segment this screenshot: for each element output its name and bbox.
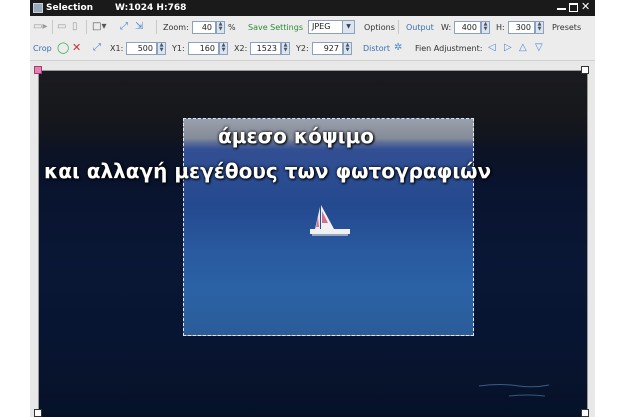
cancel-crop-icon[interactable]: ✕ [72, 42, 81, 54]
fine-adjustment-label: Fien Adjustment: [415, 44, 483, 53]
distort-settings-icon[interactable]: ✲ [394, 42, 402, 54]
output-height-input[interactable]: 300 [508, 21, 535, 34]
x1-input[interactable]: 500 [126, 42, 157, 55]
maximize-icon[interactable] [569, 3, 578, 12]
zoom-label: Zoom: [163, 23, 189, 32]
image-canvas[interactable] [38, 70, 588, 417]
crop-handle-top-left[interactable] [34, 66, 42, 74]
crop-handle-bottom-left[interactable] [34, 409, 42, 417]
image-dimensions: W:1024 H:768 [115, 3, 187, 13]
output-width-input[interactable]: 400 [454, 21, 481, 34]
separator [52, 20, 53, 34]
apply-crop-icon[interactable]: ◯ [57, 42, 69, 54]
y1-label: Y1: [172, 44, 185, 53]
height-label: H: [496, 23, 505, 32]
zoom-unit: % [228, 23, 236, 32]
y2-stepper[interactable]: ▲ ▼ [343, 42, 352, 55]
separator [86, 20, 87, 34]
app-icon [33, 3, 43, 13]
width-label: W: [441, 23, 452, 32]
nudge-up-icon[interactable]: △ [519, 42, 527, 54]
open-file-icon[interactable]: ▭▸ [33, 21, 47, 33]
close-icon[interactable]: ✕ [581, 1, 590, 12]
chevron-down-icon: ▼ [342, 21, 354, 33]
window-title: Selection [46, 3, 94, 13]
actual-size-icon[interactable]: ⇲ [135, 21, 143, 33]
nudge-down-icon[interactable]: ▽ [535, 42, 543, 54]
save-icon[interactable]: ▯ [72, 21, 78, 33]
height-stepper[interactable]: ▲ ▼ [535, 21, 544, 34]
minimize-icon[interactable] [557, 3, 566, 10]
toolbar-crop: Crop ◯ ✕ ⤢ X1: 500 ▲ ▼ Y1: 160 ▲ ▼ X2: 152… [30, 39, 595, 61]
toolbar-main: ▭▸ ▭ ▯ □▾ ⤢ ⇲ Zoom: 40 ▲ ▼ % Save Setting… [30, 16, 595, 40]
save-settings-button[interactable]: Save Settings [248, 22, 303, 34]
zoom-input[interactable]: 40 [192, 21, 216, 34]
app-window: Selection W:1024 H:768 ✕ ▭▸ ▭ ▯ □▾ ⤢ ⇲ Z… [30, 0, 595, 417]
zoom-stepper[interactable]: ▲ ▼ [216, 21, 225, 34]
y2-label: Y2: [296, 44, 309, 53]
overlay-title-line2: και αλλαγή μεγέθους των φωτογραφιών [44, 159, 492, 183]
sea-waves [478, 384, 550, 397]
crop-tab[interactable]: Crop [33, 43, 52, 55]
x2-input[interactable]: 1523 [250, 42, 281, 55]
nudge-right-icon[interactable]: ▷ [504, 42, 512, 54]
expand-selection-icon[interactable]: ⤢ [93, 42, 101, 54]
y1-stepper[interactable]: ▲ ▼ [219, 42, 228, 55]
options-button[interactable]: Options [364, 22, 395, 34]
x2-stepper[interactable]: ▲ ▼ [281, 42, 290, 55]
format-select[interactable]: JPEG ▼ [308, 20, 355, 34]
width-stepper[interactable]: ▲ ▼ [481, 21, 490, 34]
select-region-icon[interactable]: □▾ [92, 21, 106, 33]
x2-label: X2: [234, 44, 248, 53]
distort-button[interactable]: Distort [363, 43, 390, 55]
output-button[interactable]: Output [406, 22, 434, 34]
crop-handle-bottom-right[interactable] [581, 409, 589, 417]
separator [398, 20, 399, 34]
overlay-title-line1: άμεσο κόψιμο [218, 124, 374, 148]
nudge-left-icon[interactable]: ◁ [488, 42, 496, 54]
format-value: JPEG [312, 22, 331, 31]
x1-label: X1: [110, 44, 124, 53]
separator [156, 20, 157, 34]
presets-button[interactable]: Presets [552, 22, 581, 34]
fit-screen-icon[interactable]: ⤢ [120, 21, 128, 33]
crop-handle-top-right[interactable] [581, 66, 589, 74]
y1-input[interactable]: 160 [188, 42, 219, 55]
folder-icon[interactable]: ▭ [57, 21, 66, 33]
x1-stepper[interactable]: ▲ ▼ [157, 42, 166, 55]
y2-input[interactable]: 927 [312, 42, 343, 55]
title-bar: Selection W:1024 H:768 ✕ [30, 0, 595, 16]
